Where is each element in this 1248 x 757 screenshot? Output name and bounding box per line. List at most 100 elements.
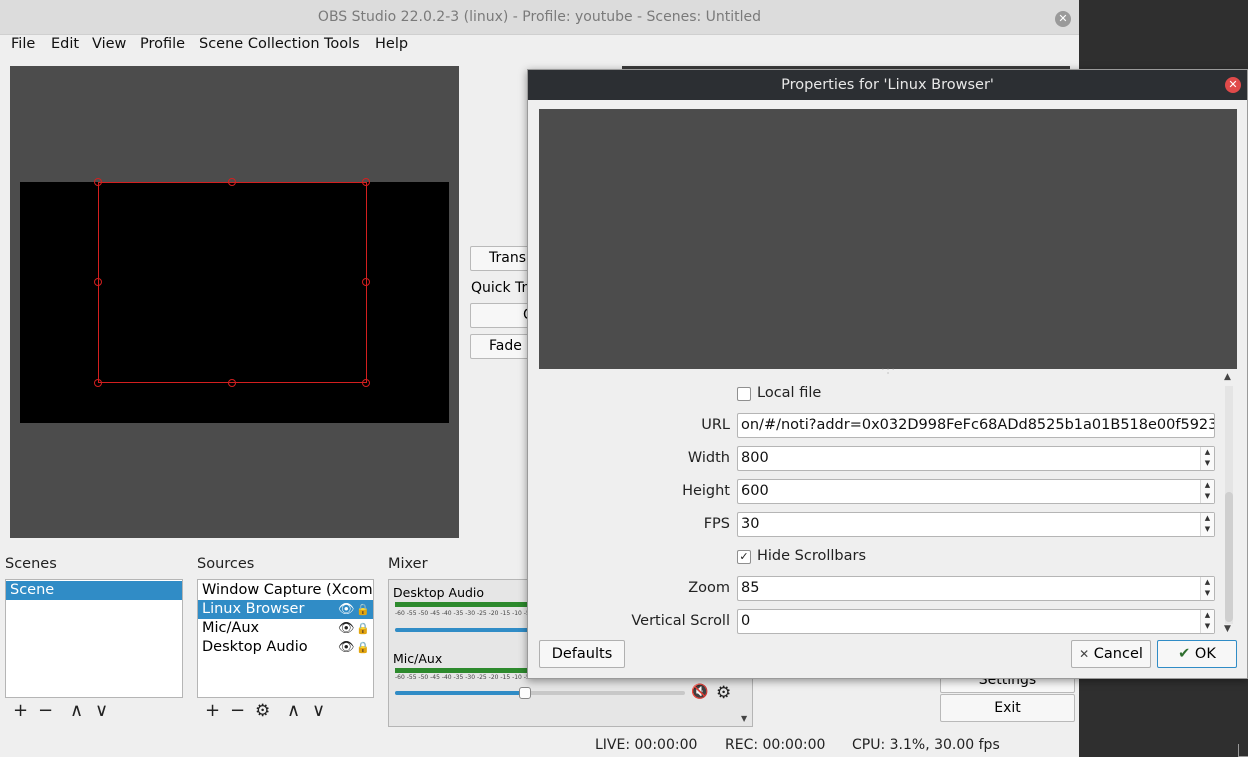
volume-slider-track[interactable] [395,691,685,695]
visibility-eye-icon[interactable]: 👁 [338,619,355,638]
spin-down-icon[interactable]: ▼ [1201,588,1214,599]
spin-down-icon[interactable]: ▼ [1201,491,1214,502]
source-properties-gear-icon[interactable]: ⚙ [255,701,270,721]
spin-up-icon[interactable]: ▲ [1201,577,1214,588]
source-item-mic-aux[interactable]: Mic/Aux 👁 🔒 [198,619,373,638]
lock-icon[interactable]: 🔒 [356,600,370,619]
volume-slider-knob[interactable] [519,687,531,699]
menu-tools[interactable]: Tools [324,36,360,52]
spin-up-icon[interactable]: ▲ [1201,513,1214,524]
local-file-label: Local file [757,385,822,401]
dialog-titlebar[interactable]: Properties for 'Linux Browser' ✕ [528,70,1247,100]
hide-scrollbars-checkbox[interactable]: ✓ [737,550,751,564]
sources-list[interactable]: Window Capture (Xcompo Linux Browser 👁 🔒… [197,579,374,698]
main-window-title: OBS Studio 22.0.2-3 (linux) - Profile: y… [317,9,762,25]
quick-transitions-label: Quick Tr [471,280,528,296]
scenes-list[interactable]: Scene [5,579,183,698]
mixer-title: Mixer [388,556,428,572]
cpu-status: CPU: 3.1%, 30.00 fps [852,737,1000,753]
move-source-down-icon[interactable]: ∨ [312,701,325,721]
zoom-label: Zoom [688,580,730,596]
sources-title: Sources [197,556,255,572]
mixer-channel-name: Desktop Audio [393,585,485,600]
mute-icon[interactable]: 🔇 [691,684,708,700]
remove-scene-icon[interactable]: − [38,701,53,721]
move-scene-down-icon[interactable]: ∨ [95,701,108,721]
properties-dialog: Properties for 'Linux Browser' ✕ · · · ·… [527,69,1248,679]
resize-handle-bottom-left[interactable] [94,379,102,387]
cancel-label: Cancel [1093,646,1143,662]
local-file-checkbox[interactable] [737,387,751,401]
height-label: Height [682,483,730,499]
main-close-icon[interactable]: ✕ [1055,11,1071,27]
height-stepper[interactable]: ▲ ▼ [1200,480,1214,503]
menu-file[interactable]: File [11,36,35,52]
spin-up-icon[interactable]: ▲ [1201,447,1214,458]
sources-toolbar: + − ⚙ ∧ ∨ [197,697,374,727]
source-item-linux-browser[interactable]: Linux Browser 👁 🔒 [198,600,373,619]
exit-button[interactable]: Exit [940,694,1075,722]
add-source-icon[interactable]: + [205,701,220,721]
add-scene-icon[interactable]: + [13,701,28,721]
fps-label: FPS [703,516,730,532]
width-spinbox[interactable]: 800 [737,446,1215,471]
fps-spinbox[interactable]: 30 [737,512,1215,537]
visibility-eye-icon[interactable]: 👁 [338,600,355,619]
ok-button[interactable]: ✔ OK [1157,640,1237,668]
menu-view[interactable]: View [92,36,126,52]
resize-handle-bottom[interactable] [228,379,236,387]
window-resize-grip[interactable] [1238,744,1248,757]
menubar: File Edit View Profile Scene Collection … [0,35,1079,57]
menu-profile[interactable]: Profile [140,36,185,52]
defaults-button[interactable]: Defaults [539,640,625,668]
scene-item[interactable]: Scene [6,581,182,600]
menu-help[interactable]: Help [375,36,408,52]
source-item-window-capture[interactable]: Window Capture (Xcompo [198,581,373,600]
mixer-settings-gear-icon[interactable]: ⚙ [716,683,731,703]
spin-up-icon[interactable]: ▲ [1201,610,1214,621]
live-status: LIVE: 00:00:00 [595,737,698,753]
height-spinbox[interactable]: 600 [737,479,1215,504]
resize-handle-top-left[interactable] [94,178,102,186]
rec-status: REC: 00:00:00 [725,737,826,753]
properties-scrollbar[interactable]: ▲ ▼ [1223,372,1236,638]
url-field[interactable]: on/#/noti?addr=0x032D998FeFc68ADd8525b1a… [737,413,1215,438]
scroll-up-icon[interactable]: ▲ [1224,372,1231,382]
fps-value: 30 [741,516,760,532]
menu-edit[interactable]: Edit [51,36,79,52]
lock-icon[interactable]: 🔒 [356,638,370,657]
resize-handle-top-right[interactable] [362,178,370,186]
url-label: URL [701,417,730,433]
move-scene-up-icon[interactable]: ∧ [70,701,83,721]
mixer-channel-name: Mic/Aux [393,651,443,666]
mixer-scroll-down-icon[interactable]: ▼ [741,714,747,723]
spin-up-icon[interactable]: ▲ [1201,480,1214,491]
width-stepper[interactable]: ▲ ▼ [1200,447,1214,470]
remove-source-icon[interactable]: − [230,701,245,721]
dialog-close-icon[interactable]: ✕ [1225,77,1241,93]
lock-icon[interactable]: 🔒 [356,619,370,638]
move-source-up-icon[interactable]: ∧ [287,701,300,721]
resize-handle-right[interactable] [362,278,370,286]
cancel-button[interactable]: ✕ Cancel [1071,640,1151,668]
spin-down-icon[interactable]: ▼ [1201,621,1214,632]
resize-handle-bottom-right[interactable] [362,379,370,387]
zoom-stepper[interactable]: ▲ ▼ [1200,577,1214,600]
spin-down-icon[interactable]: ▼ [1201,524,1214,535]
vertical-scroll-stepper[interactable]: ▲ ▼ [1200,610,1214,633]
resize-handle-left[interactable] [94,278,102,286]
width-value: 800 [741,450,769,466]
main-titlebar[interactable]: OBS Studio 22.0.2-3 (linux) - Profile: y… [0,0,1079,35]
menu-scene-collection[interactable]: Scene Collection [199,36,320,52]
source-item-desktop-audio[interactable]: Desktop Audio 👁 🔒 [198,638,373,657]
spin-down-icon[interactable]: ▼ [1201,458,1214,469]
splitter-handle[interactable]: · · · · [880,366,896,378]
vertical-scroll-spinbox[interactable]: 0 [737,609,1215,634]
scrollbar-thumb[interactable] [1225,492,1233,622]
scroll-down-icon[interactable]: ▼ [1224,624,1231,634]
visibility-eye-icon[interactable]: 👁 [338,638,355,657]
resize-handle-top[interactable] [228,178,236,186]
fps-stepper[interactable]: ▲ ▼ [1200,513,1214,536]
source-selection-box[interactable] [98,182,367,383]
zoom-spinbox[interactable]: 85 [737,576,1215,601]
